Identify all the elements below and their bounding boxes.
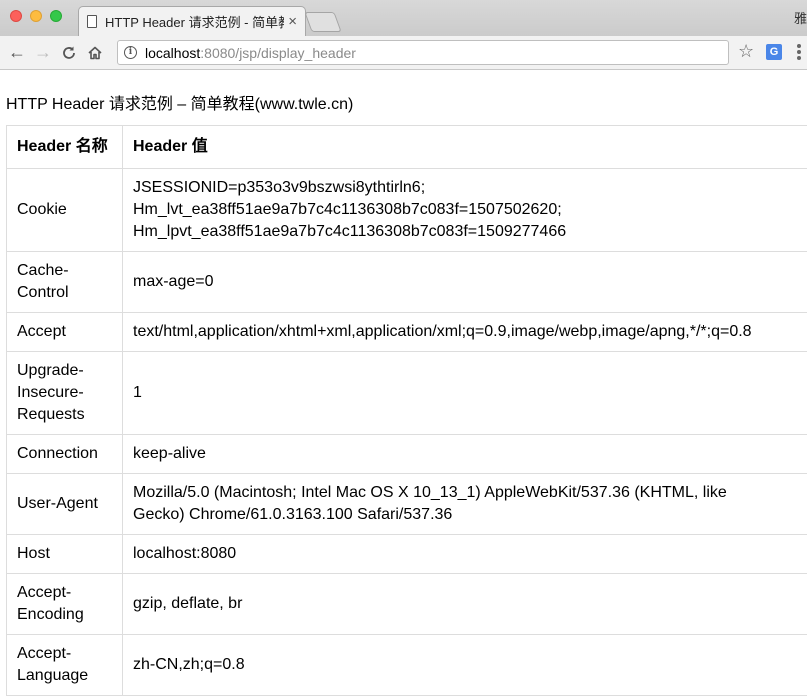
table-row: Accept text/html,application/xhtml+xml,ap… [7,313,807,352]
header-value-line: localhost:8080 [133,543,807,565]
column-header-name: Header 名称 [7,126,123,169]
forward-arrow-icon[interactable]: → [30,42,56,63]
reload-icon[interactable] [56,42,82,63]
header-value-cell: text/html,application/xhtml+xml,applicat… [123,313,807,352]
window-controls [10,10,62,22]
home-icon[interactable] [82,42,108,63]
tab-close-icon[interactable]: × [288,13,297,30]
column-header-value: Header 值 [123,126,807,169]
translate-extension-icon[interactable]: G [766,44,782,60]
header-value-cell: max-age=0 [123,252,807,313]
url-path: :8080/jsp/display_header [200,45,356,61]
header-name-cell: Host [7,535,123,574]
table-row: Cache-Control max-age=0 [7,252,807,313]
header-name-cell: Accept [7,313,123,352]
header-name-cell: Accept-Language [7,635,123,696]
address-bar[interactable]: i localhost:8080/jsp/display_header [117,40,729,65]
header-name-cell: User-Agent [7,474,123,535]
header-table: Header 名称 Header 值 CookieJSESSIONID=p353… [6,125,807,696]
header-name-cell: Cookie [7,169,123,252]
header-value-cell: Mozilla/5.0 (Macintosh; Intel Mac OS X 1… [123,474,807,535]
page-title: HTTP Header 请求范例 – 简单教程(www.twle.cn) [6,90,353,114]
header-value-line: keep-alive [133,443,807,465]
header-value-line: Hm_lpvt_ea38ff51ae9a7b7c4c1136308b7c083f… [133,221,807,243]
browser-menu-icon[interactable] [797,44,801,62]
header-value-line: JSESSIONID=p353o3v9bszwsi8ythtirln6; [133,177,807,199]
header-name-cell: Upgrade-Insecure-Requests [7,352,123,435]
header-value-line: gzip, deflate, br [133,593,807,615]
minimize-window-button[interactable] [30,10,42,22]
table-row: User-Agent Mozilla/5.0 (Macintosh; Intel … [7,474,807,535]
table-row: Connection keep-alive [7,435,807,474]
header-value-line: max-age=0 [133,271,807,293]
back-arrow-icon[interactable]: ← [4,42,30,63]
bookmark-star-icon[interactable]: ☆ [738,41,754,62]
url-text[interactable]: localhost:8080/jsp/display_header [145,45,356,61]
header-value-cell: localhost:8080 [123,535,807,574]
profile-button[interactable]: 雅 [794,8,807,27]
maximize-window-button[interactable] [50,10,62,22]
table-header-row: Header 名称 Header 值 [7,126,807,169]
table-row: CookieJSESSIONID=p353o3v9bszwsi8ythtirln… [7,169,807,252]
header-value-cell: 1 [123,352,807,435]
table-row: Accept-Encoding gzip, deflate, br [7,574,807,635]
header-value-cell: zh-CN,zh;q=0.8 [123,635,807,696]
info-icon[interactable]: i [124,46,137,59]
new-tab-button[interactable] [304,12,341,32]
header-name-cell: Cache-Control [7,252,123,313]
header-name-cell: Connection [7,435,123,474]
browser-toolbar: ← → i localhost:8080/jsp/display_header … [0,36,807,70]
header-value-line: Gecko) Chrome/61.0.3163.100 Safari/537.3… [133,504,807,526]
tab-title: HTTP Header 请求范例 - 简单教程 [105,12,284,31]
document-icon [87,15,97,28]
table-row: Accept-Language zh-CN,zh;q=0.8 [7,635,807,696]
url-host: localhost [145,45,200,61]
header-value-cell: JSESSIONID=p353o3v9bszwsi8ythtirln6;Hm_l… [123,169,807,252]
header-name-cell: Accept-Encoding [7,574,123,635]
table-row: Host localhost:8080 [7,535,807,574]
header-value-line: 1 [133,382,807,404]
header-value-line: zh-CN,zh;q=0.8 [133,654,807,676]
header-value-line: Mozilla/5.0 (Macintosh; Intel Mac OS X 1… [133,482,807,504]
header-value-line: text/html,application/xhtml+xml,applicat… [133,321,807,343]
browser-tabstrip: HTTP Header 请求范例 - 简单教程 × 雅 [0,0,807,36]
header-value-line: Hm_lvt_ea38ff51ae9a7b7c4c1136308b7c083f=… [133,199,807,221]
header-value-cell: keep-alive [123,435,807,474]
table-row: Upgrade-Insecure-Requests 1 [7,352,807,435]
close-window-button[interactable] [10,10,22,22]
header-value-cell: gzip, deflate, br [123,574,807,635]
browser-tab-active[interactable]: HTTP Header 请求范例 - 简单教程 × [78,6,306,36]
